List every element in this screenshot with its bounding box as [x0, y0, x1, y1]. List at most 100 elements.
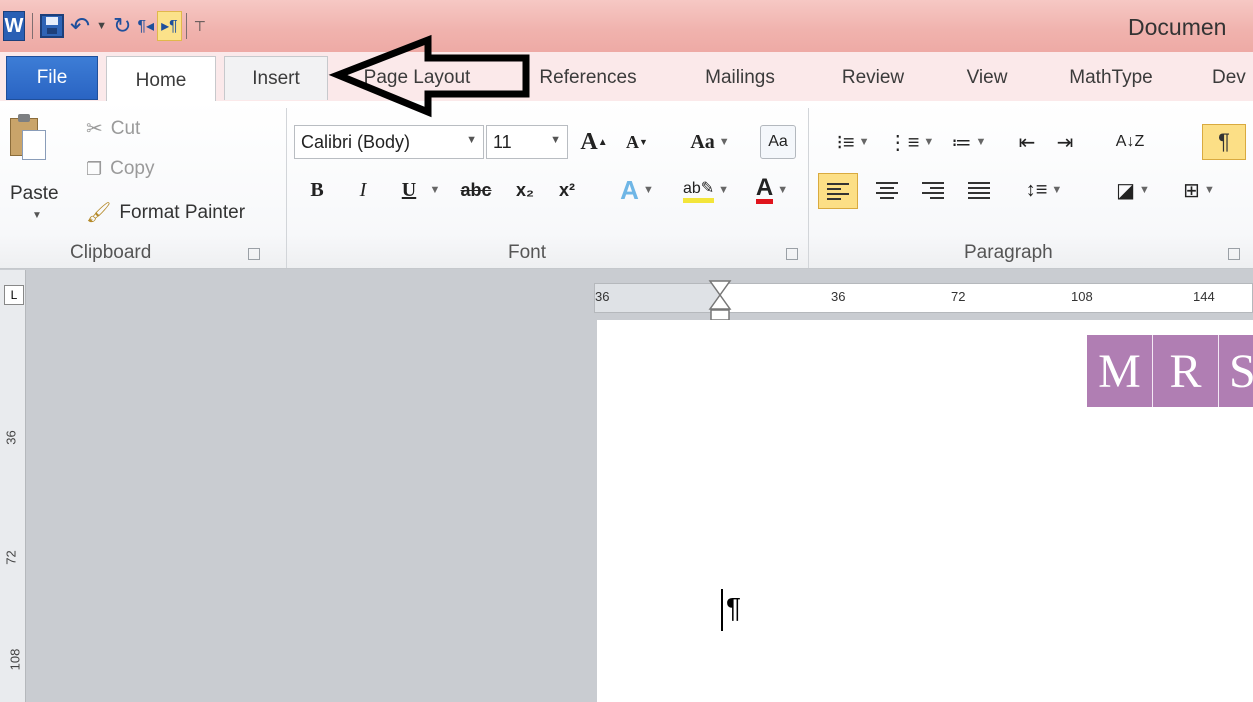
vruler-label: 36 [3, 430, 19, 445]
group-divider [286, 108, 287, 268]
subscript-button[interactable]: x₂ [510, 173, 540, 207]
multilevel-list-icon[interactable]: ≔ ▼ [944, 125, 994, 159]
paintbrush-icon: 🖌 [86, 202, 112, 224]
vertical-ruler[interactable] [0, 270, 26, 702]
change-case-label: Aa [690, 130, 715, 153]
hruler-label: 108 [1071, 289, 1093, 304]
save-icon[interactable] [37, 11, 67, 41]
underline-button[interactable]: U [396, 173, 422, 207]
align-left-icon [827, 182, 849, 200]
bold-button[interactable]: B [304, 173, 330, 207]
hruler-label: 72 [951, 289, 966, 304]
sort-icon[interactable]: A↓Z [1110, 125, 1150, 159]
text-effects-icon[interactable]: A ▼ [612, 173, 662, 207]
paragraph-mark: ¶ [726, 592, 742, 623]
change-case-button[interactable]: Aa ▼ [680, 125, 740, 159]
highlight-color-icon[interactable]: ab✎ ▼ [676, 173, 736, 207]
tab-selector-icon[interactable]: L [4, 285, 24, 305]
copy-icon: ❐ [86, 158, 103, 179]
copy-button[interactable]: ❐ Copy [86, 158, 155, 180]
tab-view[interactable]: View [955, 56, 1019, 100]
line-spacing-icon[interactable]: ↕≡ ▼ [1018, 173, 1070, 207]
qat-separator [185, 13, 187, 39]
borders-icon[interactable]: ⊞ ▼ [1170, 173, 1228, 207]
cut-button[interactable]: ✂ Cut [86, 116, 140, 141]
scissors-icon: ✂ [86, 118, 103, 140]
font-family-select[interactable]: Calibri (Body) ▼ [294, 125, 484, 159]
tab-mathtype[interactable]: MathType [1060, 56, 1162, 100]
tab-references[interactable]: References [530, 56, 646, 100]
vruler-label: 72 [3, 550, 19, 565]
tab-insert[interactable]: Insert [224, 56, 328, 100]
font-launcher-icon[interactable] [786, 248, 798, 260]
align-center-button[interactable] [872, 173, 902, 207]
tab-developer[interactable]: Dev [1212, 56, 1253, 100]
format-painter-button[interactable]: 🖌 Format Painter [86, 200, 245, 225]
font-color-icon[interactable]: A ▼ [744, 173, 800, 207]
paragraph-group-label: Paragraph [964, 242, 1053, 263]
tab-page-layout[interactable]: Page Layout [352, 56, 482, 100]
justify-button[interactable] [964, 173, 994, 207]
format-painter-label: Format Painter [119, 201, 246, 223]
font-size-value: 11 [493, 131, 512, 152]
ruler-margin [595, 284, 721, 312]
title-bar: W ↶ ▼ ↻ ¶◂ ▸¶ ⊤ Documen [0, 0, 1253, 52]
clipboard-launcher-icon[interactable] [248, 248, 260, 260]
underline-dropdown-icon[interactable]: ▼ [424, 173, 442, 207]
copy-label: Copy [110, 158, 155, 179]
tab-mailings[interactable]: Mailings [690, 56, 790, 100]
shrink-font-icon[interactable]: A ▼ [622, 125, 652, 159]
bullets-icon[interactable]: ⁝≡ ▼ [826, 125, 880, 159]
paragraph-rtl-icon[interactable]: ¶◂ [134, 11, 157, 41]
hruler-label: 36 [831, 289, 846, 304]
logo-letter: R [1153, 335, 1219, 407]
cut-label: Cut [110, 117, 141, 139]
hruler-label: 36 [595, 289, 610, 304]
grow-font-icon[interactable]: A ▲ [578, 125, 610, 159]
hruler-label: 144 [1193, 289, 1215, 304]
font-size-select[interactable]: 11 ▼ [486, 125, 568, 159]
paragraph-launcher-icon[interactable] [1228, 248, 1240, 260]
group-divider [808, 108, 809, 268]
decrease-indent-icon[interactable]: ⇤ [1012, 125, 1042, 159]
document-logo: M R S [1087, 335, 1253, 407]
chevron-down-icon: ▼ [466, 134, 477, 146]
align-left-button[interactable] [818, 173, 858, 209]
indent-marker-icon[interactable] [708, 279, 732, 323]
tab-file[interactable]: File [6, 56, 98, 100]
chevron-down-icon: ▼ [550, 134, 561, 146]
clipboard-group-label: Clipboard [70, 242, 152, 263]
font-group-label: Font [508, 242, 547, 263]
superscript-button[interactable]: x² [552, 173, 582, 207]
numbering-icon[interactable]: ⋮≡ ▼ [884, 125, 938, 159]
qat-separator [32, 13, 33, 39]
word-icon[interactable]: W [0, 11, 28, 41]
paste-icon[interactable] [10, 112, 46, 170]
show-hide-marks-button[interactable]: ¶ [1202, 124, 1246, 160]
text-cursor [721, 589, 723, 631]
window-title: Documen [1128, 14, 1227, 40]
align-right-icon [922, 181, 944, 199]
logo-letter: M [1087, 335, 1153, 407]
increase-indent-icon[interactable]: ⇥ [1050, 125, 1080, 159]
paste-button[interactable]: Paste [10, 183, 59, 205]
customize-icon[interactable]: ⊤ [191, 11, 209, 41]
paragraph-ltr-icon[interactable]: ▸¶ [157, 11, 182, 41]
dropdown-icon[interactable]: ▼ [93, 11, 110, 41]
justify-icon [968, 181, 990, 199]
quick-access-toolbar: W ↶ ▼ ↻ ¶◂ ▸¶ ⊤ [0, 6, 209, 46]
align-center-icon [876, 181, 898, 199]
tab-review[interactable]: Review [830, 56, 916, 100]
redo-icon[interactable]: ↻ [110, 11, 134, 41]
paste-dropdown-icon[interactable]: ▼ [32, 210, 42, 221]
tab-home[interactable]: Home [106, 56, 216, 104]
align-right-button[interactable] [918, 173, 948, 207]
horizontal-ruler[interactable]: 36 36 72 108 144 [594, 283, 1253, 313]
font-family-value: Calibri (Body) [301, 131, 411, 152]
italic-button[interactable]: I [350, 173, 376, 207]
shading-icon[interactable]: ◪ ▼ [1104, 173, 1162, 207]
undo-icon[interactable]: ↶ [67, 11, 93, 41]
strikethrough-button[interactable]: abc [458, 173, 494, 207]
clear-formatting-icon[interactable]: Aa [760, 125, 796, 159]
ribbon-tabs: File Home Insert Page Layout References … [0, 52, 1253, 104]
